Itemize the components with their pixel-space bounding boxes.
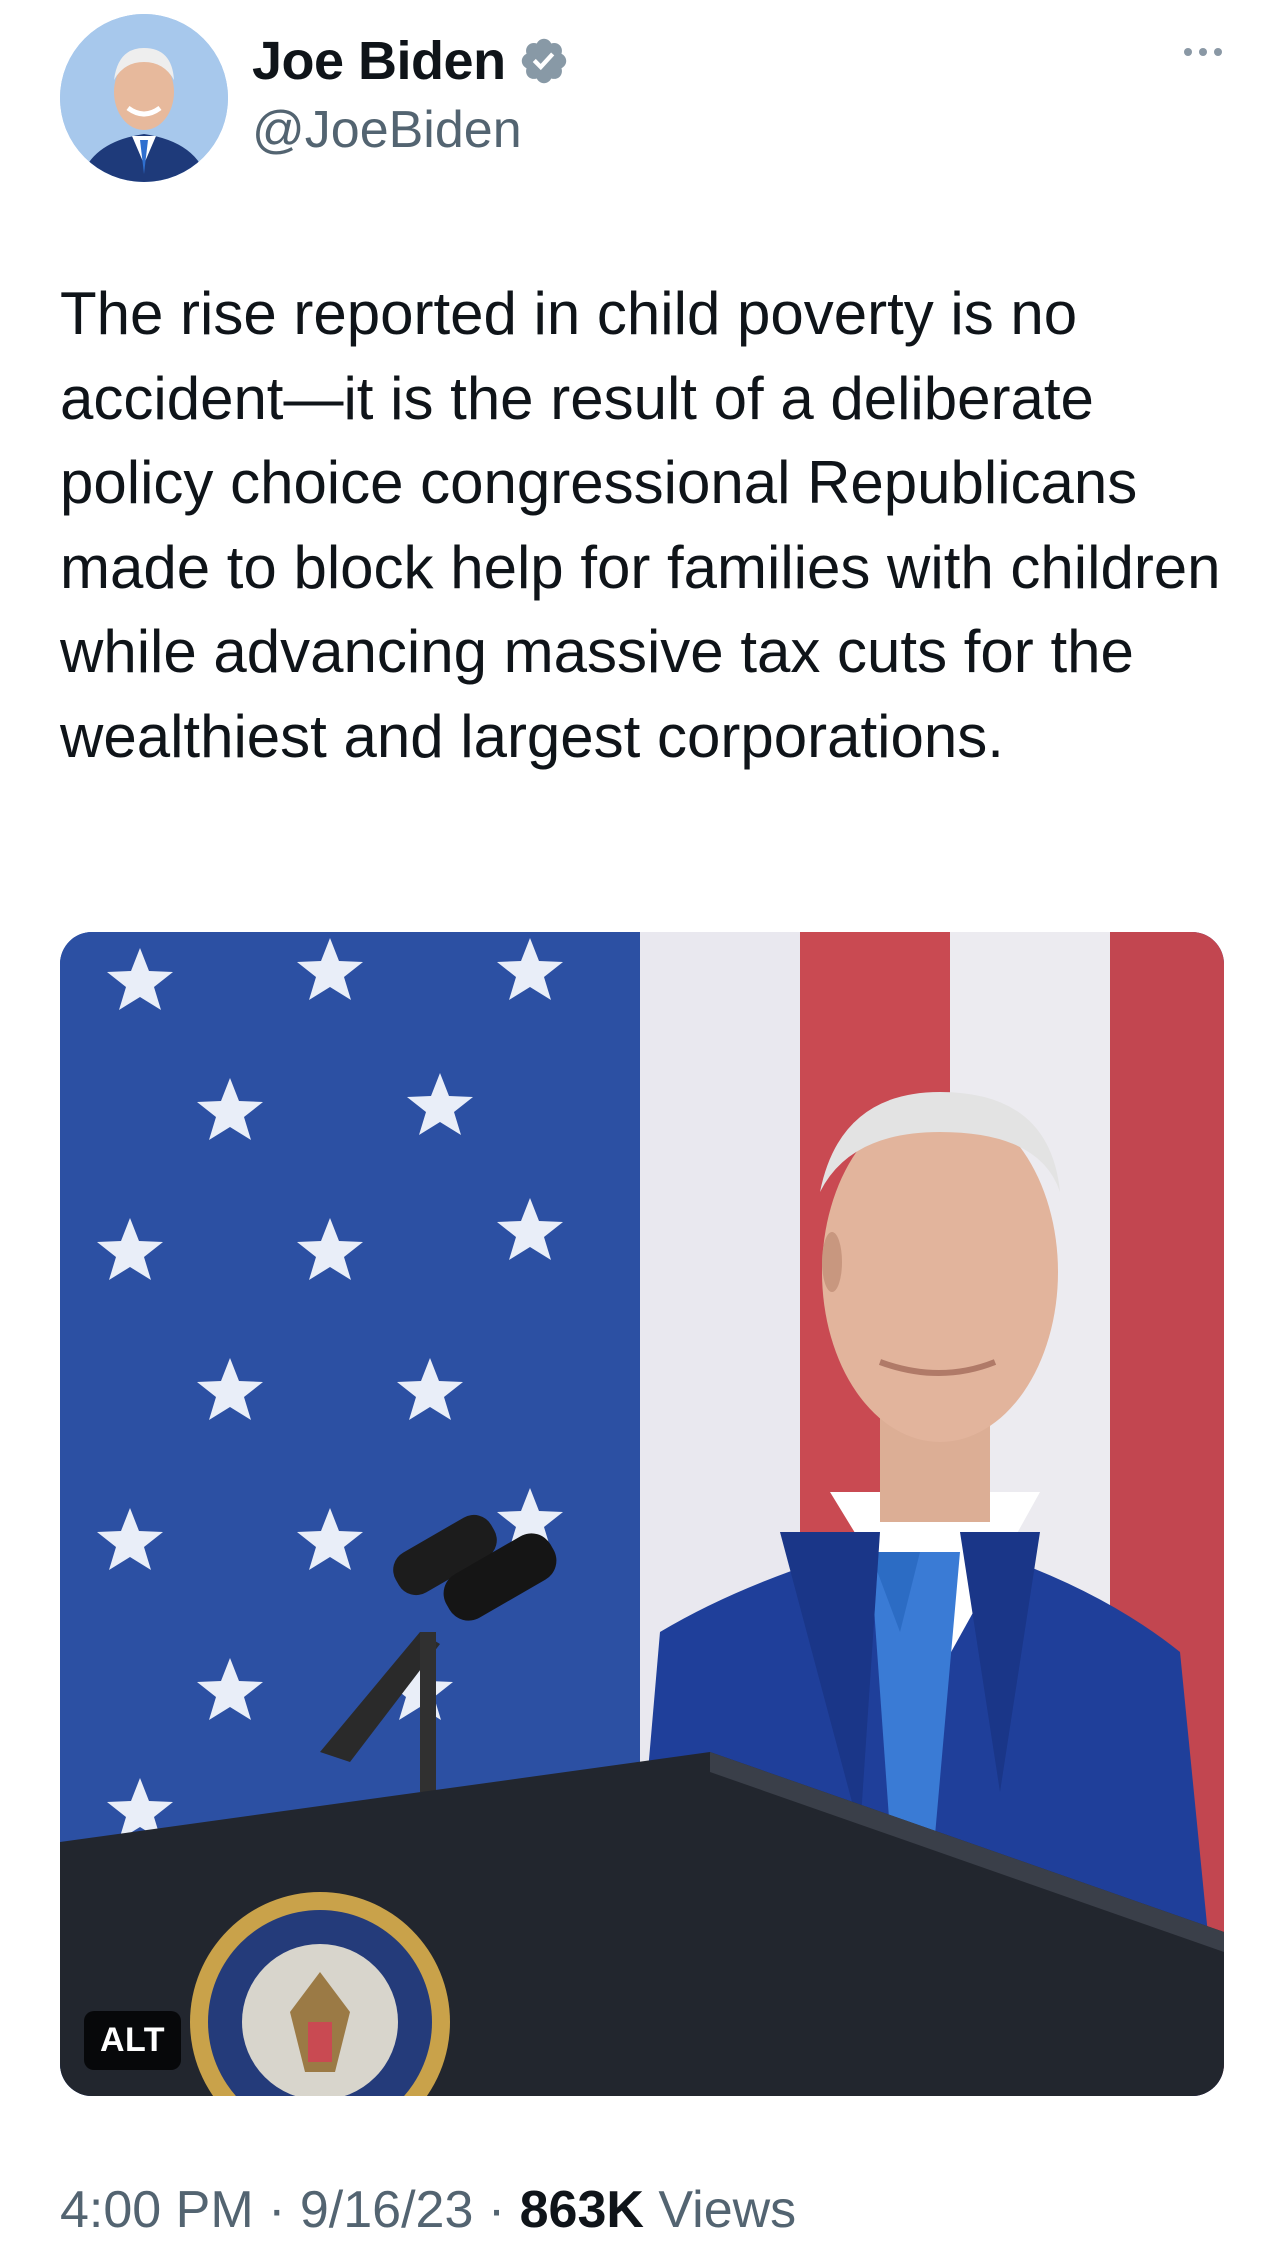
tweet-date[interactable]: 9/16/23 — [300, 2181, 474, 2239]
tweet-container: Joe Biden @JoeBiden The rise reported in… — [0, 0, 1284, 2247]
author-avatar[interactable] — [60, 14, 228, 182]
tweet-text: The rise reported in child poverty is no… — [60, 280, 1221, 770]
verified-badge-icon — [521, 38, 566, 84]
more-options-icon[interactable] — [1184, 48, 1222, 56]
photo-president-podium-icon — [60, 932, 1224, 2096]
tweet-meta: 4:00 PM · 9/16/23 · 863K Views — [60, 2180, 796, 2240]
meta-separator: · — [487, 2181, 506, 2239]
avatar-photo-icon — [60, 14, 228, 182]
alt-text-button[interactable]: ALT — [84, 2011, 182, 2070]
views-label: Views — [658, 2181, 797, 2239]
author-name-row[interactable]: Joe Biden — [252, 30, 570, 92]
tweet-time[interactable]: 4:00 PM — [60, 2181, 254, 2239]
meta-separator: · — [268, 2181, 286, 2239]
views-count[interactable]: 863K — [520, 2181, 644, 2239]
author-handle[interactable]: @JoeBiden — [252, 100, 522, 160]
tweet-media-image[interactable]: ALT — [60, 932, 1224, 2096]
author-display-name[interactable]: Joe Biden — [252, 30, 506, 92]
